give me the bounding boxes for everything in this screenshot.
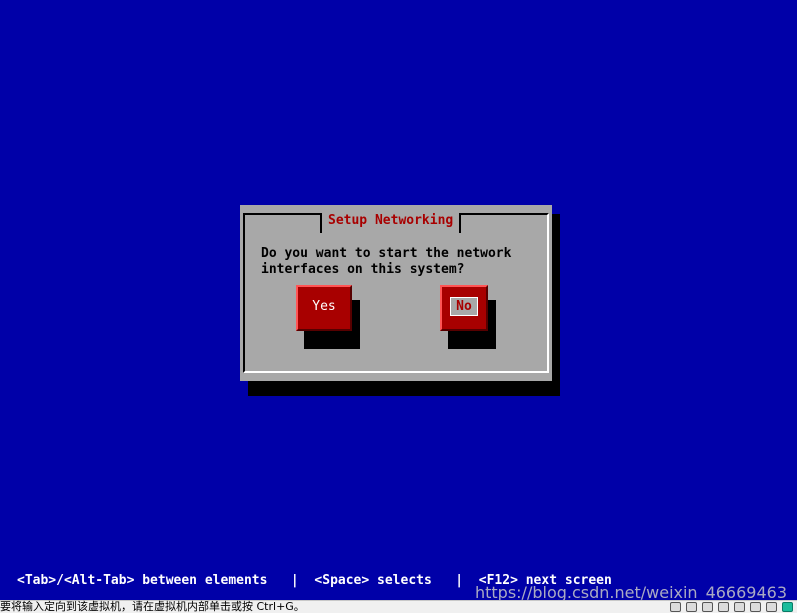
vm-console-screen[interactable]: Setup Networking Do you want to start th… <box>0 0 797 600</box>
yes-button[interactable]: Yes <box>296 285 352 331</box>
vm-status-icon[interactable] <box>782 602 793 612</box>
host-status-bar: 要将输入定向到该虚拟机，请在虚拟机内部单击或按 Ctrl+G。 <box>0 600 797 613</box>
cdrom-icon[interactable] <box>686 602 697 612</box>
host-status-message: 要将输入定向到该虚拟机，请在虚拟机内部单击或按 Ctrl+G。 <box>0 600 305 613</box>
no-button-label-wrap: No <box>442 297 486 316</box>
sound-icon[interactable] <box>750 602 761 612</box>
printer-icon[interactable] <box>734 602 745 612</box>
display-icon[interactable] <box>766 602 777 612</box>
no-button-label: No <box>450 297 478 316</box>
dialog-title: Setup Networking <box>320 213 462 233</box>
usb-icon[interactable] <box>718 602 729 612</box>
dialog-message: Do you want to start the network interfa… <box>261 246 512 277</box>
network-icon[interactable] <box>702 602 713 612</box>
no-button[interactable]: No <box>440 285 488 331</box>
yes-button-label: Yes <box>312 299 336 314</box>
harddisk-icon[interactable] <box>670 602 681 612</box>
dialog-frame: Setup Networking Do you want to start th… <box>243 213 549 373</box>
setup-networking-dialog: Setup Networking Do you want to start th… <box>240 205 552 381</box>
device-tray <box>670 602 793 613</box>
